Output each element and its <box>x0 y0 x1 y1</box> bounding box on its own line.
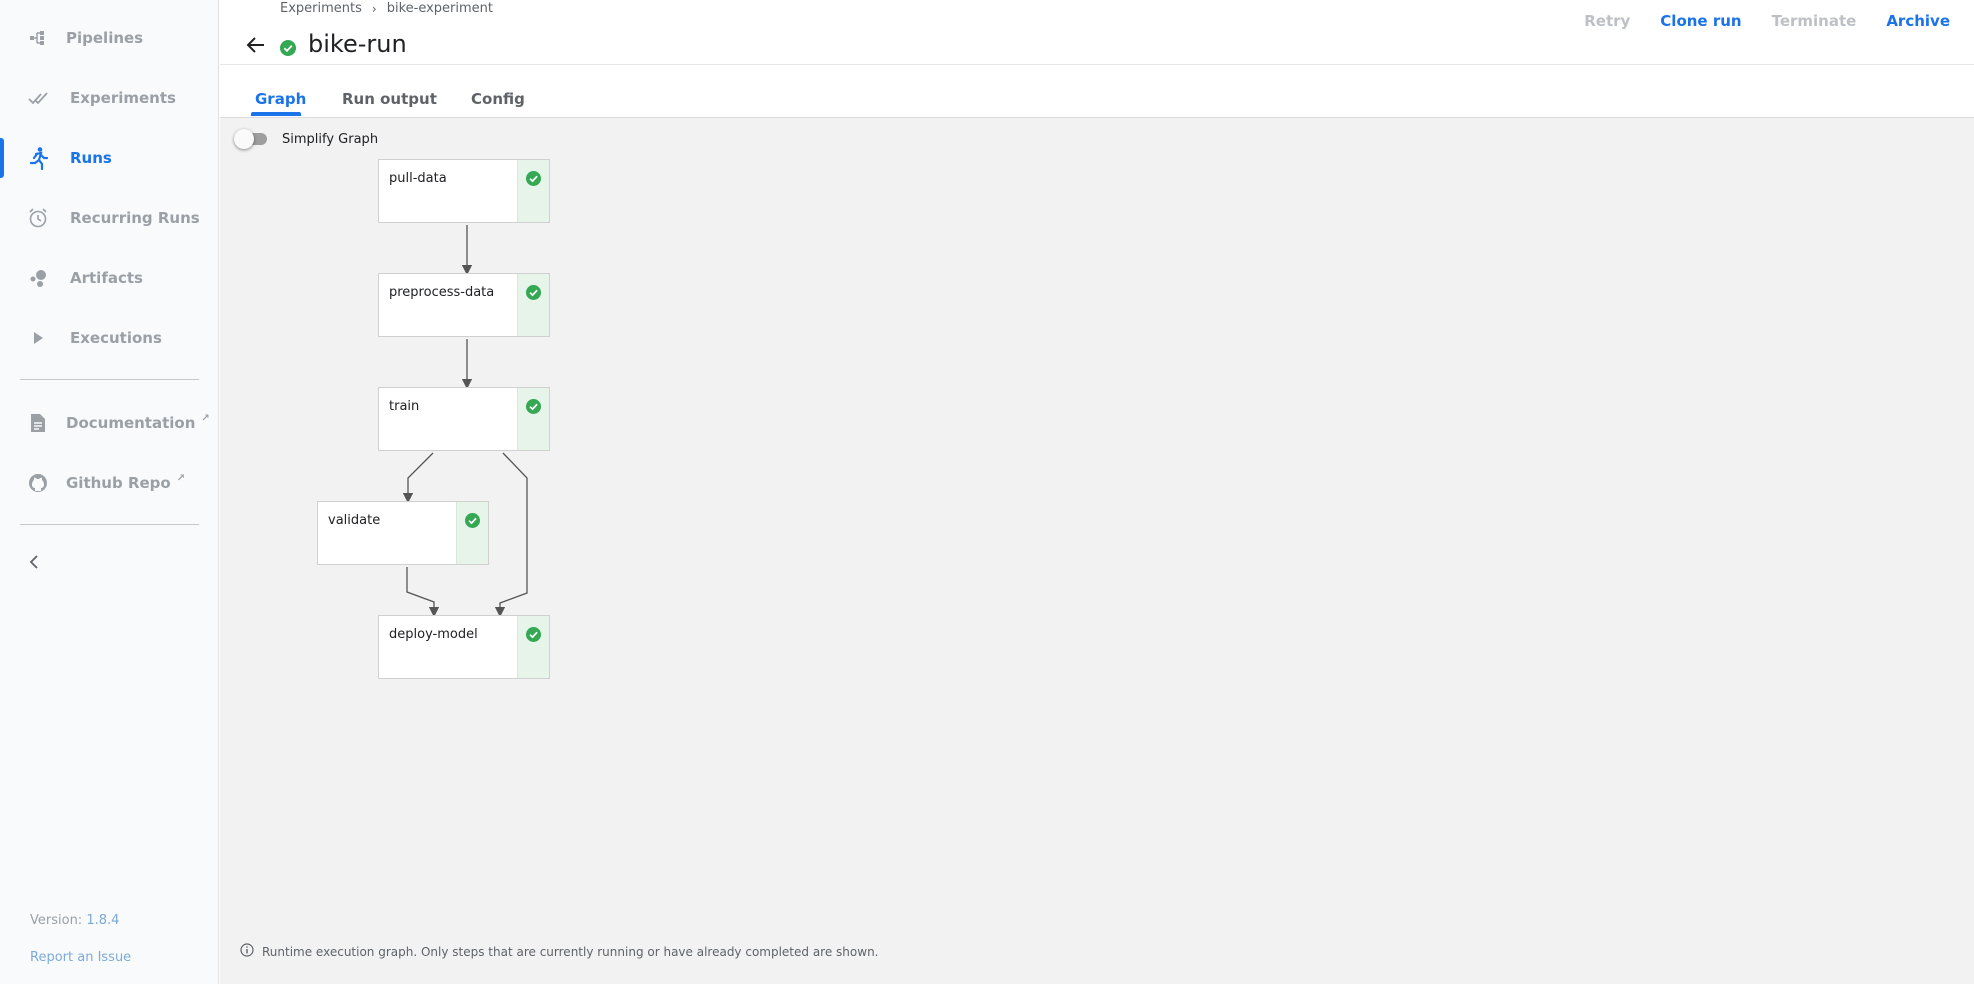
pipelines-icon <box>26 26 50 50</box>
node-status <box>517 388 549 450</box>
sidebar-item-label: Artifacts <box>70 269 143 287</box>
graph-node-validate[interactable]: validate <box>317 501 489 565</box>
edge-train-validate <box>402 452 434 504</box>
version-info: Version: 1.8.4 <box>30 913 120 928</box>
success-check-icon <box>526 285 541 300</box>
sidebar-divider <box>20 379 199 380</box>
success-check-icon <box>526 627 541 642</box>
document-icon <box>26 411 50 435</box>
edge-train-deploy-model <box>494 452 528 618</box>
node-name: train <box>389 399 420 414</box>
graph-node-pull-data[interactable]: pull-data <box>378 159 550 223</box>
sidebar-item-label: Runs <box>70 149 112 167</box>
graph-node-deploy-model[interactable]: deploy-model <box>378 615 550 679</box>
terminate-button[interactable]: Terminate <box>1772 12 1857 30</box>
success-check-icon <box>526 399 541 414</box>
graph-info-text: Runtime execution graph. Only steps that… <box>262 944 879 959</box>
sidebar-item-label: Executions <box>70 329 162 347</box>
breadcrumb-experiments[interactable]: Experiments <box>280 1 362 16</box>
node-status <box>456 502 488 564</box>
breadcrumb: Experiments › bike-experiment <box>280 1 493 16</box>
archive-button[interactable]: Archive <box>1886 12 1950 30</box>
sidebar-link-github[interactable]: Github Repo ↗ <box>0 461 219 505</box>
runs-icon <box>26 146 50 170</box>
external-link-icon: ↗ <box>201 413 210 424</box>
node-name: pull-data <box>389 171 447 186</box>
active-tab-indicator <box>251 112 301 116</box>
collapse-sidebar-button[interactable] <box>24 550 44 576</box>
graph-node-train[interactable]: train <box>378 387 550 451</box>
retry-button[interactable]: Retry <box>1584 12 1630 30</box>
edge-validate-deploy-model <box>406 567 440 618</box>
alarm-clock-icon <box>26 206 50 230</box>
breadcrumb-experiment[interactable]: bike-experiment <box>387 1 493 16</box>
graph-canvas: Simplify Graph pull-data preprocess-data… <box>220 118 1974 984</box>
sidebar-item-experiments[interactable]: Experiments <box>0 76 219 120</box>
node-name: validate <box>328 513 381 528</box>
tab-bar: Graph Run output Config <box>220 65 1974 118</box>
github-icon <box>26 471 50 495</box>
version-link[interactable]: 1.8.4 <box>86 913 119 928</box>
run-actions: Retry Clone run Terminate Archive <box>1584 12 1950 30</box>
sidebar-item-runs[interactable]: Runs <box>0 136 219 180</box>
chevron-left-icon <box>28 554 40 573</box>
experiments-icon <box>26 86 50 110</box>
report-issue-link[interactable]: Report an Issue <box>30 950 131 965</box>
sidebar-divider <box>20 524 199 525</box>
tab-config[interactable]: Config <box>471 90 525 108</box>
chevron-right-icon: › <box>371 1 377 16</box>
node-status <box>517 616 549 678</box>
info-icon <box>240 943 254 960</box>
success-check-icon <box>280 40 296 56</box>
arrow-back-icon <box>246 36 266 58</box>
external-link-icon: ↗ <box>176 473 186 484</box>
sidebar-item-pipelines[interactable]: Pipelines <box>0 16 219 60</box>
page-title: bike-run <box>308 30 407 58</box>
node-status <box>517 274 549 336</box>
success-check-icon <box>526 171 541 186</box>
graph-node-preprocess-data[interactable]: preprocess-data <box>378 273 550 337</box>
sidebar-link-label: Github Repo <box>66 474 171 492</box>
artifacts-icon <box>26 266 50 290</box>
sidebar-item-executions[interactable]: Executions <box>0 316 219 360</box>
node-name: deploy-model <box>389 627 478 642</box>
sidebar: Pipelines Experiments Runs Recurring Run… <box>0 0 219 984</box>
page-header: Experiments › bike-experiment bike-run R… <box>220 0 1974 65</box>
sidebar-link-documentation[interactable]: Documentation ↗ <box>0 401 219 445</box>
back-button[interactable] <box>242 34 270 60</box>
sidebar-item-label: Pipelines <box>66 29 144 47</box>
success-check-icon <box>465 513 480 528</box>
graph-info-note: Runtime execution graph. Only steps that… <box>240 943 878 960</box>
sidebar-item-artifacts[interactable]: Artifacts <box>0 256 219 300</box>
node-status <box>517 160 549 222</box>
sidebar-item-label: Recurring Runs <box>70 209 200 227</box>
tab-run-output[interactable]: Run output <box>342 90 437 108</box>
play-icon <box>26 326 50 350</box>
clone-run-button[interactable]: Clone run <box>1660 12 1741 30</box>
sidebar-link-label: Documentation <box>66 414 196 432</box>
sidebar-item-recurring-runs[interactable]: Recurring Runs <box>0 196 219 240</box>
tab-graph[interactable]: Graph <box>255 90 306 108</box>
node-name: preprocess-data <box>389 285 495 300</box>
sidebar-item-label: Experiments <box>70 89 176 107</box>
